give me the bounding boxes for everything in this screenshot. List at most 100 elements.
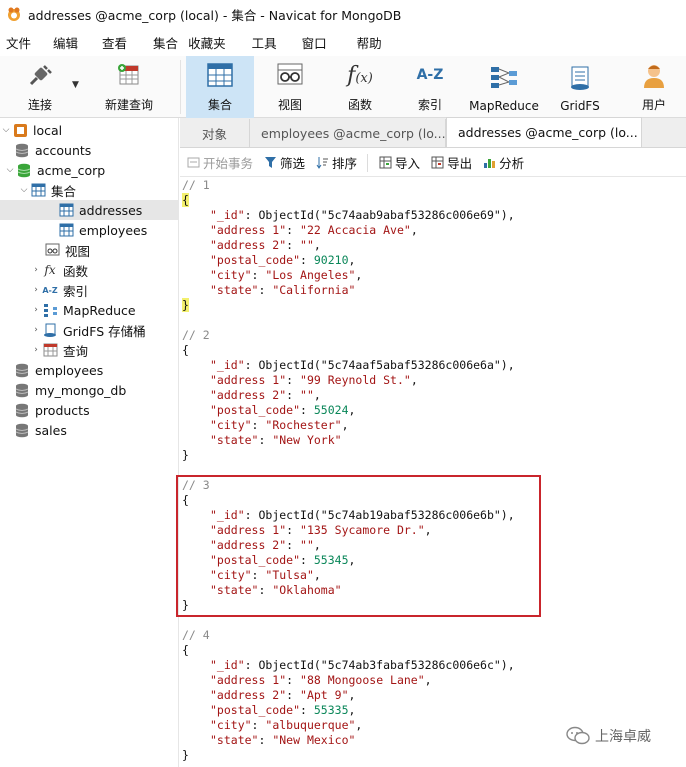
tree-item-functions[interactable]: › fx 函数 <box>0 260 179 280</box>
tree-item-employees-collection[interactable]: employees <box>0 220 179 240</box>
expand-arrow-icon[interactable]: › <box>30 285 42 295</box>
import-label: 导入 <box>395 156 421 171</box>
tree-item-employees-db[interactable]: employees <box>0 360 179 380</box>
new-query-button[interactable]: 新建查询 <box>86 56 172 118</box>
function-label: 函数 <box>347 98 372 112</box>
mapreduce-label: MapReduce <box>469 99 539 113</box>
tree-label: GridFS 存储桶 <box>63 323 146 339</box>
menu-favorites[interactable]: 收藏夹 <box>188 33 252 52</box>
field-state: "state": "New Mexico" <box>210 733 356 747</box>
tree-label: 索引 <box>63 283 89 299</box>
collapse-arrow-icon[interactable]: ⌵ <box>0 125 12 135</box>
function-fx-icon: fx <box>44 263 56 277</box>
menu-file[interactable]: 文件 <box>0 33 53 52</box>
open-brace: { <box>182 643 189 657</box>
tab-label: addresses @acme_corp (lo... <box>458 125 638 140</box>
expand-arrow-icon[interactable]: › <box>30 325 42 335</box>
tree-item-accounts[interactable]: accounts <box>0 140 179 160</box>
import-icon <box>378 156 392 170</box>
open-brace: { <box>182 193 189 207</box>
new-query-icon <box>112 58 146 92</box>
filter-label: 筛选 <box>280 156 306 171</box>
tree-item-addresses[interactable]: addresses <box>0 200 179 220</box>
import-button[interactable]: 导入 <box>378 153 420 172</box>
field-address1: "address 1": "22 Accacia Ave", <box>210 223 418 237</box>
user-button[interactable]: 用户 <box>622 56 686 118</box>
view-label: 视图 <box>277 98 302 112</box>
tree-item-indexes[interactable]: › A-Z 索引 <box>0 280 179 300</box>
collection-label: 集合 <box>207 98 232 112</box>
analyze-button[interactable]: 分析 <box>482 153 524 172</box>
menu-tools[interactable]: 工具 <box>252 33 302 52</box>
gridfs-label: GridFS <box>560 99 600 113</box>
tree-item-my-mongo-db[interactable]: my_mongo_db <box>0 380 179 400</box>
tree-item-mapreduce[interactable]: › MapReduce <box>0 300 179 320</box>
field-city: "city": "albuquerque", <box>210 718 363 732</box>
collection-toolbar: 开始事务 筛选 排序 导入 导出 分析 <box>180 149 686 177</box>
menu-bar: 文件 编辑 查看 集合 收藏夹 工具 窗口 帮助 <box>0 28 686 56</box>
view-glasses-icon <box>44 242 60 258</box>
query-icon <box>42 342 58 358</box>
menu-edit[interactable]: 编辑 <box>53 33 102 52</box>
tree-item-local[interactable]: ⌵ local <box>0 120 179 140</box>
title-bar: addresses @acme_corp (local) - 集合 - Navi… <box>0 0 686 28</box>
gridfs-icon <box>563 61 597 95</box>
tree-label: my_mongo_db <box>35 382 127 398</box>
export-button[interactable]: 导出 <box>430 153 472 172</box>
filter-button[interactable]: 筛选 <box>263 153 305 172</box>
user-label: 用户 <box>641 98 666 112</box>
tab-objects[interactable]: 对象 <box>180 119 250 147</box>
tab-employees[interactable]: employees @acme_corp (lo... <box>250 119 446 147</box>
collapse-arrow-icon[interactable]: ⌵ <box>18 185 30 195</box>
tree-item-gridfs[interactable]: › GridFS 存储桶 <box>0 320 179 340</box>
sort-button[interactable]: 排序 <box>315 153 357 172</box>
menu-help[interactable]: 帮助 <box>357 33 394 52</box>
field-id: "_id": ObjectId("5c74aab9abaf53286c006e6… <box>210 208 515 222</box>
expand-arrow-icon[interactable]: › <box>30 265 42 275</box>
expand-arrow-icon[interactable]: › <box>30 305 42 315</box>
tree-item-acme-corp[interactable]: ⌵ acme_corp <box>0 160 179 180</box>
database-open-icon <box>16 162 32 178</box>
main-toolbar: 连接 ▼ 新建查询 集合 视图 f(x) 函数 A-Z 索引 MapReduce… <box>0 56 686 118</box>
gridfs-button[interactable]: GridFS <box>548 56 612 118</box>
view-button[interactable]: 视图 <box>258 56 322 118</box>
mapreduce-button[interactable]: MapReduce <box>466 56 542 118</box>
collapse-arrow-icon[interactable]: ⌵ <box>4 165 16 175</box>
doc-comment: // 1 <box>182 178 210 192</box>
tree-label: 查询 <box>63 343 89 359</box>
tree-item-collections[interactable]: ⌵ 集合 <box>0 180 179 200</box>
tree-item-sales[interactable]: sales <box>0 420 179 440</box>
field-id: "_id": ObjectId("5c74ab3fabaf53286c006e6… <box>210 658 515 672</box>
menu-view[interactable]: 查看 <box>102 33 153 52</box>
database-icon <box>14 142 30 158</box>
connect-button[interactable]: 连接 <box>10 56 70 118</box>
tree-label: acme_corp <box>37 162 106 178</box>
export-icon <box>430 156 444 170</box>
connect-dropdown-icon[interactable]: ▼ <box>72 80 79 90</box>
tree-item-views[interactable]: 视图 <box>0 240 179 260</box>
gridfs-icon <box>42 322 58 338</box>
doc-comment: // 4 <box>182 628 210 642</box>
sort-icon <box>315 156 329 170</box>
collection-button[interactable]: 集合 <box>186 56 254 118</box>
document-editor[interactable]: // 1 { "_id": ObjectId("5c74aab9abaf5328… <box>180 178 686 767</box>
tree-item-queries[interactable]: › 查询 <box>0 340 179 360</box>
tree-item-products[interactable]: products <box>0 400 179 420</box>
field-postal-code: "postal_code": 55024, <box>210 403 356 417</box>
menu-window[interactable]: 窗口 <box>302 33 357 52</box>
begin-transaction-button[interactable]: 开始事务 <box>186 153 253 172</box>
field-address2: "address 2": "", <box>210 388 321 402</box>
tab-addresses[interactable]: addresses @acme_corp (lo... <box>446 117 642 147</box>
window-title: addresses @acme_corp (local) - 集合 - Navi… <box>28 7 402 23</box>
doc-comment: // 2 <box>182 328 210 342</box>
navicat-logo-icon <box>8 7 20 21</box>
tree-label: 函数 <box>63 263 89 279</box>
index-label: 索引 <box>417 98 442 112</box>
function-button[interactable]: f(x) 函数 <box>328 56 392 118</box>
expand-arrow-icon[interactable]: › <box>30 345 42 355</box>
tab-label: 对象 <box>201 126 227 142</box>
bar-chart-icon <box>482 156 496 170</box>
menu-collection[interactable]: 集合 <box>153 33 188 52</box>
index-button[interactable]: A-Z 索引 <box>398 56 462 118</box>
toolbar-divider <box>367 153 369 172</box>
